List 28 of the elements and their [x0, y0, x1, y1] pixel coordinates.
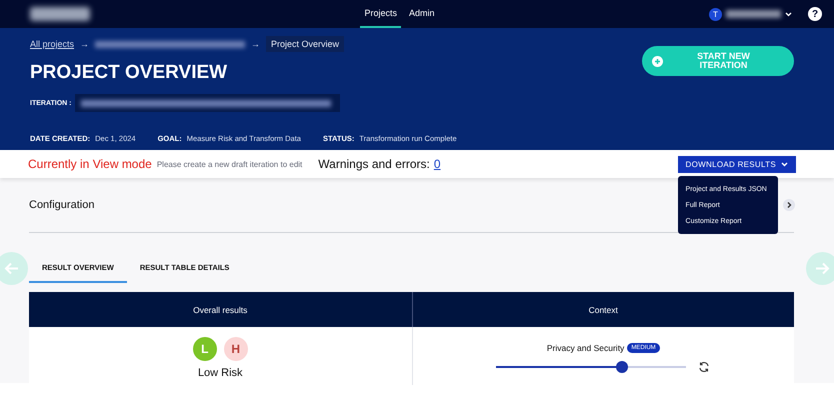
- caret-icon: [781, 162, 788, 166]
- blurred-username: [726, 10, 781, 18]
- risk-level-badge: L: [192, 337, 217, 361]
- caret-icon[interactable]: [785, 12, 792, 16]
- mode-hint: Please create a new draft iteration to edit: [156, 160, 302, 168]
- breadcrumb-separator: →: [251, 39, 260, 49]
- context-name: Privacy and Security: [546, 343, 624, 353]
- breadcrumb-separator: →: [80, 39, 90, 49]
- chevron-right-icon[interactable]: [783, 199, 795, 211]
- breadcrumb-link[interactable]: All projects: [30, 39, 74, 49]
- slider-thumb[interactable]: [616, 361, 628, 373]
- help-icon[interactable]: ?: [808, 7, 822, 21]
- user-avatar[interactable]: T: [709, 8, 722, 20]
- warnings-label: Warnings and errors:: [318, 157, 430, 171]
- column-header: Context: [412, 292, 794, 327]
- download-results-button[interactable]: DOWNLOAD RESULTS: [678, 156, 796, 172]
- warnings-link[interactable]: 0: [434, 157, 441, 171]
- mode-status: Currently in View mode: [28, 157, 152, 171]
- page-title: PROJECT OVERVIEW: [30, 62, 228, 84]
- plus-icon: [652, 56, 663, 66]
- nav-tab[interactable]: Admin: [405, 0, 439, 28]
- blurred-logo: [30, 7, 90, 21]
- breadcrumb-current: Project Overview: [266, 36, 344, 52]
- column-header: Overall results: [29, 292, 412, 327]
- section-title: Configuration: [29, 199, 94, 211]
- risk-label: Low Risk: [198, 367, 243, 379]
- refresh-icon[interactable]: [698, 361, 710, 373]
- risk-level-badge: H: [224, 337, 248, 361]
